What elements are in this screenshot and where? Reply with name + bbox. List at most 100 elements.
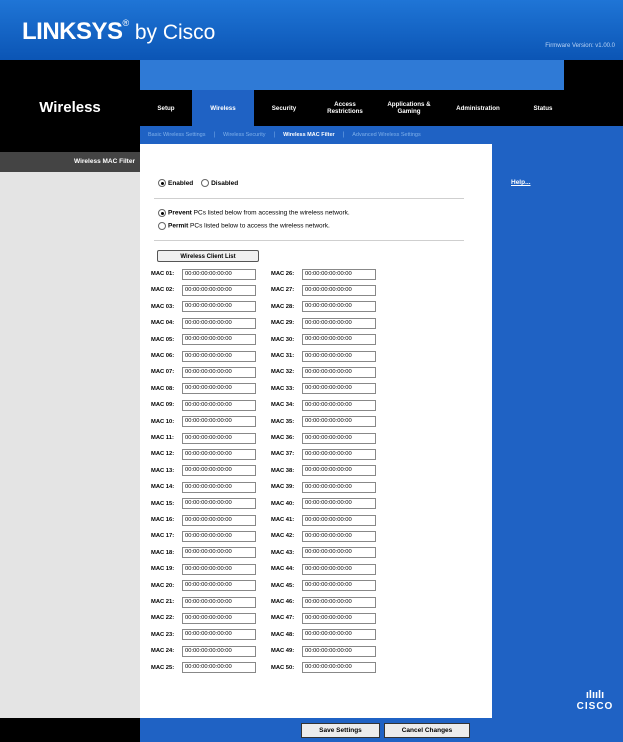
- mac-address-input[interactable]: 00:00:00:00:00:00: [182, 284, 256, 296]
- mac-address-input[interactable]: 00:00:00:00:00:00: [182, 317, 256, 329]
- mac-address-input[interactable]: 00:00:00:00:00:00: [302, 563, 376, 575]
- mac-label: MAC 47:: [271, 615, 295, 622]
- firmware-version: Firmware Version: v1.00.0: [545, 43, 615, 49]
- mac-address-input[interactable]: 00:00:00:00:00:00: [182, 301, 256, 313]
- mac-address-input[interactable]: 00:00:00:00:00:00: [302, 432, 376, 444]
- mac-address-input[interactable]: 00:00:00:00:00:00: [302, 481, 376, 493]
- footer-left: [0, 718, 140, 742]
- mac-address-input[interactable]: 00:00:00:00:00:00: [302, 334, 376, 346]
- mac-address-input[interactable]: 00:00:00:00:00:00: [182, 399, 256, 411]
- mac-row: MAC 49: 00:00:00:00:00:00: [271, 644, 376, 658]
- tab-administration[interactable]: Administration: [442, 90, 514, 126]
- mac-row: MAC 47: 00:00:00:00:00:00: [271, 611, 376, 625]
- mac-address-input[interactable]: 00:00:00:00:00:00: [302, 383, 376, 395]
- mac-row: MAC 13: 00:00:00:00:00:00: [151, 464, 256, 478]
- enabled-radio[interactable]: Enabled: [158, 179, 193, 187]
- mac-row: MAC 34: 00:00:00:00:00:00: [271, 398, 376, 412]
- header-strip-right: [564, 60, 623, 90]
- radio-icon: [158, 222, 166, 230]
- wireless-client-list-button[interactable]: Wireless Client List: [157, 250, 259, 262]
- mac-address-input[interactable]: 00:00:00:00:00:00: [302, 530, 376, 542]
- tab-setup[interactable]: Setup: [140, 90, 192, 126]
- mac-address-input[interactable]: 00:00:00:00:00:00: [182, 432, 256, 444]
- left-panel-label: Wireless MAC Filter: [0, 152, 140, 172]
- mac-address-input[interactable]: 00:00:00:00:00:00: [182, 383, 256, 395]
- section-title: Wireless: [0, 90, 140, 126]
- mac-address-input[interactable]: 00:00:00:00:00:00: [182, 350, 256, 362]
- prevent-radio[interactable]: Prevent PCs listed below from accessing …: [158, 209, 350, 217]
- mac-address-input[interactable]: 00:00:00:00:00:00: [302, 284, 376, 296]
- mac-row: MAC 09: 00:00:00:00:00:00: [151, 398, 256, 412]
- mac-row: MAC 45: 00:00:00:00:00:00: [271, 579, 376, 593]
- mac-address-input[interactable]: 00:00:00:00:00:00: [182, 612, 256, 624]
- help-panel: Help...: [492, 152, 623, 718]
- mac-address-input[interactable]: 00:00:00:00:00:00: [182, 563, 256, 575]
- mac-address-input[interactable]: 00:00:00:00:00:00: [182, 547, 256, 559]
- mac-address-input[interactable]: 00:00:00:00:00:00: [182, 481, 256, 493]
- mac-row: MAC 02: 00:00:00:00:00:00: [151, 283, 256, 297]
- mac-address-input[interactable]: 00:00:00:00:00:00: [182, 268, 256, 280]
- mac-row: MAC 03: 00:00:00:00:00:00: [151, 300, 256, 314]
- mac-address-input[interactable]: 00:00:00:00:00:00: [182, 416, 256, 428]
- subtab-basic-wireless-settings[interactable]: Basic Wireless Settings: [140, 132, 213, 138]
- mac-address-input[interactable]: 00:00:00:00:00:00: [302, 301, 376, 313]
- mac-address-input[interactable]: 00:00:00:00:00:00: [302, 645, 376, 657]
- mac-address-input[interactable]: 00:00:00:00:00:00: [302, 317, 376, 329]
- help-link[interactable]: Help...: [511, 179, 531, 186]
- mac-address-input[interactable]: 00:00:00:00:00:00: [182, 498, 256, 510]
- mac-address-input[interactable]: 00:00:00:00:00:00: [302, 268, 376, 280]
- mac-label: MAC 34:: [271, 402, 295, 409]
- mac-label: MAC 33:: [271, 385, 295, 392]
- cisco-wordmark: CISCO: [576, 701, 614, 712]
- mac-label: MAC 07:: [151, 369, 175, 376]
- subtab-wireless-mac-filter[interactable]: Wireless MAC Filter: [275, 132, 343, 138]
- tab-status[interactable]: Status: [514, 90, 572, 126]
- mac-address-input[interactable]: 00:00:00:00:00:00: [182, 448, 256, 460]
- mac-address-input[interactable]: 00:00:00:00:00:00: [182, 596, 256, 608]
- mac-row: MAC 46: 00:00:00:00:00:00: [271, 595, 376, 609]
- disabled-radio[interactable]: Disabled: [201, 179, 238, 187]
- subtab-wireless-security[interactable]: Wireless Security: [215, 132, 273, 138]
- mac-address-input[interactable]: 00:00:00:00:00:00: [302, 547, 376, 559]
- cancel-changes-button[interactable]: Cancel Changes: [384, 723, 470, 738]
- mac-address-input[interactable]: 00:00:00:00:00:00: [302, 629, 376, 641]
- mac-address-input[interactable]: 00:00:00:00:00:00: [302, 612, 376, 624]
- mac-label: MAC 28:: [271, 303, 295, 310]
- save-settings-button[interactable]: Save Settings: [301, 723, 380, 738]
- mac-label: MAC 12:: [151, 451, 175, 458]
- mac-address-input[interactable]: 00:00:00:00:00:00: [302, 514, 376, 526]
- mac-address-input[interactable]: 00:00:00:00:00:00: [302, 350, 376, 362]
- mac-address-input[interactable]: 00:00:00:00:00:00: [302, 580, 376, 592]
- mac-address-input[interactable]: 00:00:00:00:00:00: [302, 399, 376, 411]
- tab-security[interactable]: Security: [254, 90, 314, 126]
- mac-row: MAC 22: 00:00:00:00:00:00: [151, 611, 256, 625]
- mac-address-input[interactable]: 00:00:00:00:00:00: [302, 596, 376, 608]
- tab-wireless[interactable]: Wireless: [192, 90, 254, 126]
- mac-address-input[interactable]: 00:00:00:00:00:00: [302, 416, 376, 428]
- mac-address-input[interactable]: 00:00:00:00:00:00: [302, 465, 376, 477]
- permit-radio[interactable]: Permit PCs listed below to access the wi…: [158, 222, 330, 230]
- mac-label: MAC 26:: [271, 271, 295, 277]
- mac-address-input[interactable]: 00:00:00:00:00:00: [302, 448, 376, 460]
- mac-row: MAC 38: 00:00:00:00:00:00: [271, 464, 376, 478]
- mac-row: MAC 29: 00:00:00:00:00:00: [271, 316, 376, 330]
- mac-address-input[interactable]: 00:00:00:00:00:00: [182, 580, 256, 592]
- mac-address-input[interactable]: 00:00:00:00:00:00: [182, 366, 256, 378]
- mac-row: MAC 01: 00:00:00:00:00:00: [151, 267, 256, 281]
- mac-address-input[interactable]: 00:00:00:00:00:00: [182, 645, 256, 657]
- mac-address-input[interactable]: 00:00:00:00:00:00: [302, 498, 376, 510]
- mac-address-input[interactable]: 00:00:00:00:00:00: [302, 366, 376, 378]
- tab-applications-gaming[interactable]: Applications & Gaming: [376, 90, 442, 126]
- cisco-bars-icon: ılıılı: [585, 689, 605, 701]
- mac-address-input[interactable]: 00:00:00:00:00:00: [302, 662, 376, 674]
- mac-address-input[interactable]: 00:00:00:00:00:00: [182, 530, 256, 542]
- mac-address-input[interactable]: 00:00:00:00:00:00: [182, 514, 256, 526]
- mac-address-input[interactable]: 00:00:00:00:00:00: [182, 629, 256, 641]
- mac-label: MAC 20:: [151, 582, 175, 589]
- mac-address-input[interactable]: 00:00:00:00:00:00: [182, 662, 256, 674]
- mac-address-input[interactable]: 00:00:00:00:00:00: [182, 334, 256, 346]
- subtab-advanced-wireless-settings[interactable]: Advanced Wireless Settings: [344, 132, 428, 138]
- mac-address-input[interactable]: 00:00:00:00:00:00: [182, 465, 256, 477]
- mac-row: MAC 44: 00:00:00:00:00:00: [271, 562, 376, 576]
- tab-access-restrictions[interactable]: Access Restrictions: [314, 90, 376, 126]
